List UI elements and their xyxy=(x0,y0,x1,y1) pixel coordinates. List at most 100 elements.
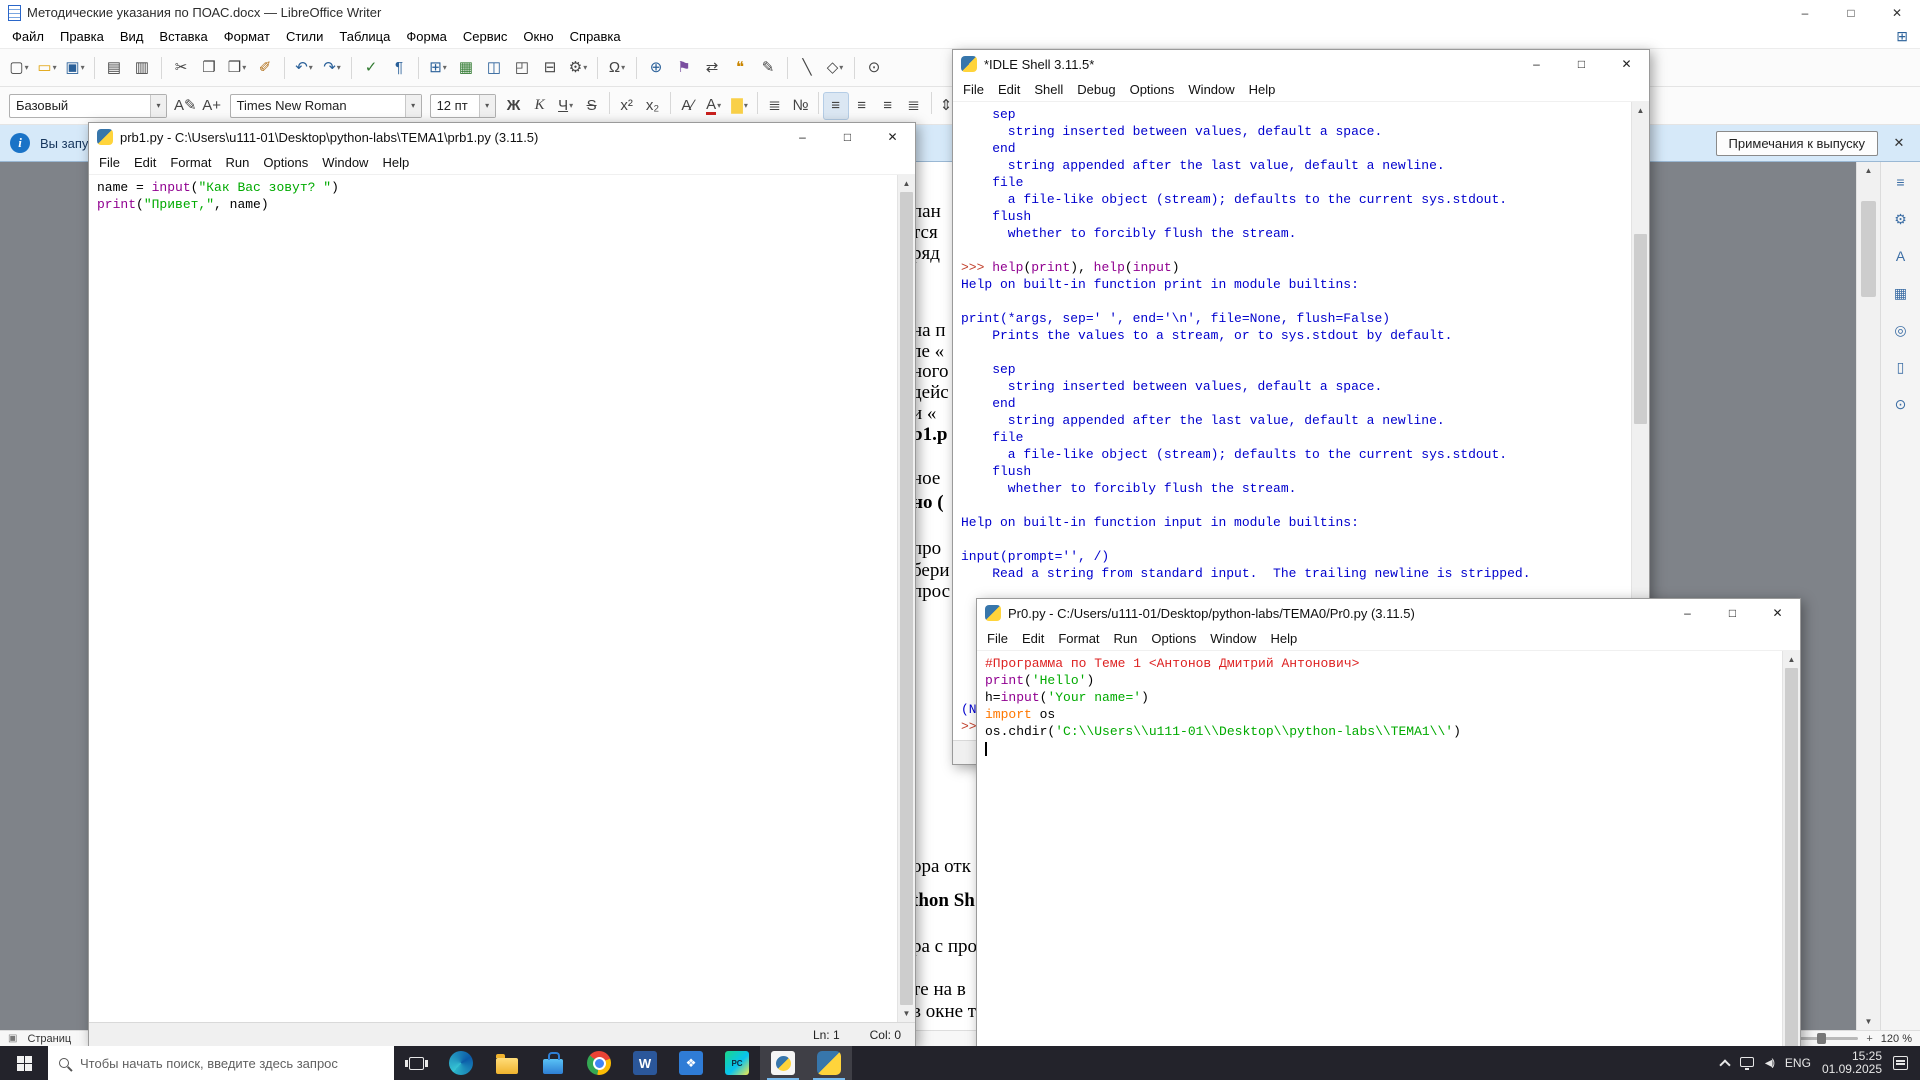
page-break-button[interactable]: ⊟ xyxy=(537,54,563,82)
task-view-button[interactable] xyxy=(394,1046,438,1080)
insert-cross-reference-button[interactable]: ⇄ xyxy=(699,54,725,82)
align-center-button[interactable]: ≡ xyxy=(849,92,875,120)
maximize-button[interactable]: □ xyxy=(825,123,870,151)
minimize-button[interactable]: – xyxy=(1665,599,1710,627)
save-button[interactable]: ▣ ▾ xyxy=(62,54,88,82)
close-button[interactable]: ✕ xyxy=(870,123,915,151)
print-button[interactable]: ▤ xyxy=(101,54,127,82)
photos-button[interactable]: ❖ xyxy=(668,1046,714,1080)
maximize-button[interactable]: □ xyxy=(1710,599,1755,627)
shell-menu-shell[interactable]: Shell xyxy=(1027,79,1070,100)
insert-comment-button[interactable]: ❝ xyxy=(727,54,753,82)
prb1-menu-format[interactable]: Format xyxy=(163,152,218,173)
prb1-title-bar[interactable]: prb1.py - C:\Users\u111-01\Desktop\pytho… xyxy=(89,123,915,151)
pr0-scrollbar[interactable]: ▲ xyxy=(1782,651,1800,1080)
redo-button[interactable]: ↷ ▾ xyxy=(319,54,345,82)
shell-menu-edit[interactable]: Edit xyxy=(991,79,1027,100)
search-input[interactable] xyxy=(78,1054,383,1072)
print-preview-button[interactable]: ▥ xyxy=(129,54,155,82)
paste-button[interactable]: ❒ ▾ xyxy=(224,54,250,82)
prb1-scrollbar[interactable]: ▲ ▼ xyxy=(897,175,915,1022)
undo-button[interactable]: ↶ ▾ xyxy=(291,54,317,82)
prb1-menu-file[interactable]: File xyxy=(92,152,127,173)
minimize-button[interactable]: – xyxy=(1782,0,1828,25)
writer-menu-format[interactable]: Формат xyxy=(216,26,278,47)
page-panel-icon[interactable]: ▯ xyxy=(1888,355,1914,379)
pr0-menu-run[interactable]: Run xyxy=(1107,628,1145,649)
minimize-button[interactable]: – xyxy=(780,123,825,151)
scroll-up-icon[interactable]: ▲ xyxy=(1783,651,1800,668)
writer-menu-view[interactable]: Вид xyxy=(112,26,152,47)
formatting-marks-button[interactable]: ¶ xyxy=(386,54,412,82)
scroll-up-icon[interactable]: ▲ xyxy=(1857,162,1880,179)
start-button[interactable] xyxy=(0,1046,48,1080)
clear-formatting-button[interactable]: A∕ xyxy=(675,92,701,120)
prb1-menu-help[interactable]: Help xyxy=(375,152,416,173)
chrome-button[interactable] xyxy=(576,1046,622,1080)
update-style-button[interactable]: A✎ xyxy=(172,92,199,120)
clone-formatting-button[interactable]: ✐ xyxy=(252,54,278,82)
insert-line-button[interactable]: ╲ xyxy=(794,54,820,82)
language-indicator[interactable]: ENG xyxy=(1785,1056,1811,1070)
zoom-slider-thumb[interactable] xyxy=(1817,1033,1827,1044)
navigator-icon[interactable]: ◎ xyxy=(1888,318,1914,342)
python-button[interactable] xyxy=(806,1046,852,1080)
new-document-button[interactable]: ▢ ▾ xyxy=(6,54,32,82)
align-left-button[interactable]: ≡ xyxy=(822,91,849,120)
shell-menu-debug[interactable]: Debug xyxy=(1070,79,1122,100)
prb1-text-area[interactable]: name = input("Как Вас зовут? ") print("Пр… xyxy=(89,175,915,1022)
insert-special-character-button[interactable]: Ω ▾ xyxy=(604,54,630,82)
insert-chart-button[interactable]: ◫ xyxy=(481,54,507,82)
align-right-button[interactable]: ≡ xyxy=(875,92,901,120)
zoom-in-button[interactable]: + xyxy=(1866,1033,1872,1045)
word-button[interactable]: W xyxy=(622,1046,668,1080)
shell-menu-file[interactable]: File xyxy=(956,79,991,100)
scrollbar-thumb[interactable] xyxy=(1634,234,1647,424)
underline-button[interactable]: Ч ▾ xyxy=(553,92,579,120)
idle-button[interactable] xyxy=(760,1046,806,1080)
insert-table-button[interactable]: ⊞ ▾ xyxy=(425,54,451,82)
action-center-icon[interactable] xyxy=(1893,1056,1908,1070)
gallery-icon[interactable]: ▦ xyxy=(1888,281,1914,305)
spelling-button[interactable]: ✓ xyxy=(358,54,384,82)
insert-textbox-button[interactable]: ◰ xyxy=(509,54,535,82)
pr0-text-area[interactable]: #Программа по Теме 1 <Антонов Дмитрий Ан… xyxy=(977,651,1800,1080)
pr0-menu-edit[interactable]: Edit xyxy=(1015,628,1051,649)
infobar-close-icon[interactable]: ✕ xyxy=(1888,135,1910,151)
chevron-up-icon[interactable] xyxy=(1719,1059,1731,1071)
prb1-menu-run[interactable]: Run xyxy=(219,152,257,173)
shell-menu-help[interactable]: Help xyxy=(1242,79,1283,100)
writer-menu-styles[interactable]: Стили xyxy=(278,26,331,47)
writer-menu-help[interactable]: Справка xyxy=(562,26,629,47)
insert-hyperlink-button[interactable]: ⊕ xyxy=(643,54,669,82)
maximize-button[interactable]: □ xyxy=(1828,0,1874,25)
pr0-menu-options[interactable]: Options xyxy=(1144,628,1203,649)
volume-icon[interactable]: ◀) xyxy=(1765,1058,1775,1069)
strikethrough-button[interactable]: S xyxy=(579,92,605,120)
scroll-down-icon[interactable]: ▼ xyxy=(898,1005,915,1022)
writer-vertical-scrollbar[interactable]: ▲ ▼ xyxy=(1856,162,1880,1030)
pr0-menu-window[interactable]: Window xyxy=(1203,628,1263,649)
font-size-combo[interactable]: 12 пт ▾ xyxy=(429,93,496,118)
taskbar-search[interactable] xyxy=(48,1046,394,1080)
sidebar-settings-icon[interactable]: ≡ xyxy=(1888,170,1914,194)
release-notes-button[interactable]: Примечания к выпуску xyxy=(1715,130,1878,156)
shell-title-bar[interactable]: *IDLE Shell 3.11.5* – □ ✕ xyxy=(953,50,1649,78)
writer-menu-table[interactable]: Таблица xyxy=(331,26,398,47)
prb1-menu-window[interactable]: Window xyxy=(315,152,375,173)
basic-shapes-button[interactable]: ◇ ▾ xyxy=(822,54,848,82)
minimize-button[interactable]: – xyxy=(1514,50,1559,78)
scroll-up-icon[interactable]: ▲ xyxy=(898,175,915,192)
file-explorer-button[interactable] xyxy=(484,1046,530,1080)
writer-menu-file[interactable]: Файл xyxy=(4,26,52,47)
close-button[interactable]: ✕ xyxy=(1604,50,1649,78)
pr0-menu-file[interactable]: File xyxy=(980,628,1015,649)
network-icon[interactable] xyxy=(1739,1057,1754,1070)
numbering-button[interactable]: № xyxy=(788,92,814,120)
close-button[interactable]: ✕ xyxy=(1874,0,1920,25)
style-inspector-icon[interactable]: ⊙ xyxy=(1888,392,1914,416)
highlight-color-button[interactable]: ▇ ▾ xyxy=(727,92,753,120)
writer-menu-form[interactable]: Форма xyxy=(398,26,455,47)
bold-button[interactable]: Ж xyxy=(501,92,527,120)
properties-icon[interactable]: ⚙ xyxy=(1888,207,1914,231)
